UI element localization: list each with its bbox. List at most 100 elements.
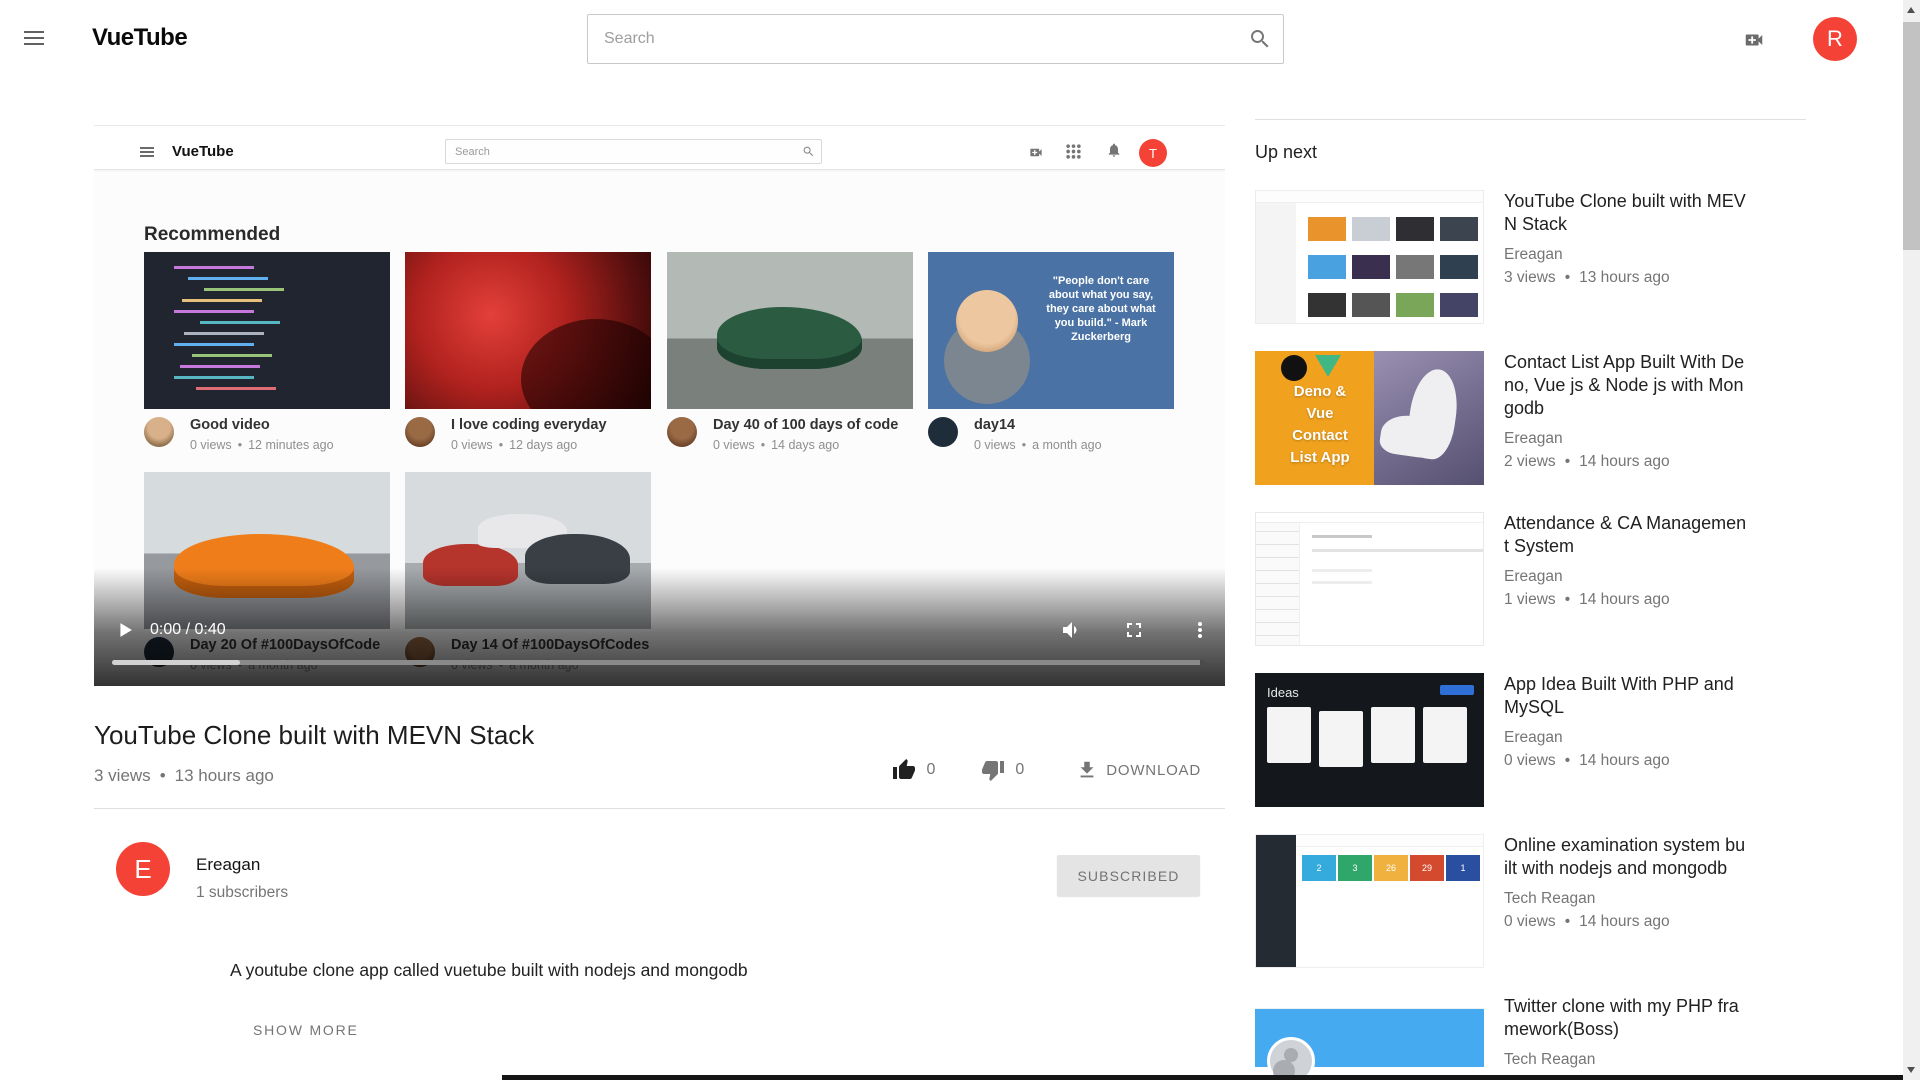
up-next-channel: Ereagan <box>1504 729 1734 747</box>
mini-video-meta: 0 views•14 days ago <box>713 438 898 452</box>
vue-logo <box>1315 355 1341 377</box>
up-next-title: Online examination system bu ilt with no… <box>1504 834 1745 880</box>
mini-search-input <box>445 139 822 164</box>
dislike-count: 0 <box>1015 761 1024 779</box>
channel-subscribers: 1 subscribers <box>196 884 288 902</box>
video-meta: 3 views•13 hours ago <box>94 766 274 786</box>
mini-video-meta: 0 views•a month ago <box>974 438 1102 452</box>
mini-video-card: "People don't care about what you say, t… <box>928 252 1174 452</box>
video-mini-header: VueTube <box>94 126 1225 170</box>
up-next-meta: 1 views•14 hours ago <box>1504 591 1746 609</box>
up-next-item[interactable]: Ideas App Idea Built With PHP and MySQL … <box>1255 673 1806 807</box>
deno-logo <box>1281 355 1307 381</box>
up-next-thumbnail[interactable] <box>1255 512 1484 646</box>
zuckerberg-photo <box>956 290 1018 352</box>
channel-name[interactable]: Ereagan <box>196 855 260 875</box>
up-next-title: Twitter clone with my PHP fra mework(Bos… <box>1504 995 1739 1041</box>
up-next-meta: 0 views•14 hours ago <box>1504 752 1734 770</box>
dislike-button[interactable]: 0 <box>981 758 1024 782</box>
like-button[interactable]: 0 <box>892 758 935 782</box>
mini-search-bar <box>445 139 822 164</box>
like-count: 0 <box>926 761 935 779</box>
mini-video-meta: 0 views•12 minutes ago <box>190 438 334 452</box>
progress-remaining <box>1200 660 1206 665</box>
mini-section-title: Recommended <box>144 224 280 246</box>
dashboard-tile: 29 <box>1410 855 1444 881</box>
mini-channel-avatar <box>144 417 174 447</box>
download-label: DOWNLOAD <box>1106 762 1201 779</box>
mini-channel-avatar <box>405 417 435 447</box>
up-next-channel: Tech Reagan <box>1504 1051 1739 1069</box>
up-next-item[interactable]: YouTube Clone built with MEV N Stack Ere… <box>1255 190 1806 324</box>
up-next-title: YouTube Clone built with MEV N Stack <box>1504 190 1746 236</box>
up-next-item[interactable]: 2 3 26 29 1 Online examination system bu… <box>1255 834 1806 968</box>
more-options-icon[interactable] <box>1188 618 1212 647</box>
search-input[interactable] <box>587 14 1284 64</box>
video-progress-bar[interactable] <box>112 660 1206 665</box>
mini-thumbnail-green-car <box>667 252 913 409</box>
up-next-item[interactable]: Attendance & CA Managemen t System Ereag… <box>1255 512 1806 646</box>
video-actions: 0 0 DOWNLOAD <box>892 758 1201 782</box>
up-next-thumbnail[interactable]: 2 3 26 29 1 <box>1255 834 1484 968</box>
bottom-edge-strip <box>502 1075 1903 1080</box>
dinosaur-illustration <box>1404 366 1462 462</box>
video-player[interactable]: VueTube <box>94 98 1225 686</box>
up-next-sidebar: Up next YouTube Clone built with MEV N S… <box>1255 98 1806 1080</box>
fullscreen-icon[interactable] <box>1122 618 1146 647</box>
mini-video-card: Day 40 of 100 days of code 0 views•14 da… <box>667 252 913 452</box>
video-title: YouTube Clone built with MEVN Stack <box>94 720 534 751</box>
thumbnail-text: Deno & Vue Contact List App <box>1265 381 1375 469</box>
mini-video-card: Good video 0 views•12 minutes ago <box>144 252 390 452</box>
mini-channel-avatar <box>928 417 958 447</box>
up-next-title: Attendance & CA Managemen t System <box>1504 512 1746 558</box>
dashboard-tile: 1 <box>1446 855 1480 881</box>
dashboard-tile: 2 <box>1302 855 1336 881</box>
mini-app-logo: VueTube <box>172 143 234 160</box>
download-icon <box>1076 759 1098 781</box>
progress-played <box>112 660 240 665</box>
mini-channel-avatar <box>667 417 697 447</box>
up-next-thumbnail[interactable] <box>1255 190 1484 324</box>
video-description: A youtube clone app called vuetube built… <box>230 960 748 981</box>
search-icon[interactable] <box>1248 27 1272 56</box>
volume-icon[interactable] <box>1060 618 1084 647</box>
channel-avatar[interactable]: E <box>116 842 170 896</box>
dashboard-tile: 3 <box>1338 855 1372 881</box>
mini-thumbnail-red-car <box>405 252 651 409</box>
up-next-item[interactable]: Twitter clone with my PHP fra mework(Bos… <box>1255 995 1806 1080</box>
up-next-title: App Idea Built With PHP and MySQL <box>1504 673 1734 719</box>
up-next-thumbnail[interactable]: Deno & Vue Contact List App <box>1255 351 1484 485</box>
scroll-down-arrow[interactable] <box>1907 1067 1915 1073</box>
mini-video-card: I love coding everyday 0 views•12 days a… <box>405 252 651 452</box>
upload-video-icon[interactable] <box>1740 29 1768 56</box>
up-next-channel: Ereagan <box>1504 568 1746 586</box>
up-next-item[interactable]: Deno & Vue Contact List App Contact List… <box>1255 351 1806 485</box>
download-button[interactable]: DOWNLOAD <box>1076 759 1201 781</box>
scroll-up-arrow[interactable] <box>1907 7 1915 13</box>
show-more-button[interactable]: SHOW MORE <box>253 1022 359 1038</box>
up-next-title: Contact List App Built With De no, Vue j… <box>1504 351 1744 420</box>
profile-placeholder <box>1267 1037 1315 1080</box>
main-column: VueTube <box>94 98 1225 1080</box>
subscribed-button[interactable]: SUBSCRIBED <box>1057 855 1200 896</box>
up-next-thumbnail[interactable]: Ideas <box>1255 673 1484 807</box>
quote-text: "People don't care about what you say, t… <box>1038 274 1164 344</box>
sidebar-divider <box>1255 119 1806 120</box>
time-display: 0:00 / 0:40 <box>150 621 226 639</box>
play-button[interactable] <box>114 619 136 646</box>
mini-upload-video-icon <box>1026 145 1046 165</box>
scrollbar-thumb[interactable] <box>1903 22 1920 250</box>
mini-video-title: Good video <box>190 417 334 434</box>
user-avatar[interactable]: R <box>1813 17 1857 61</box>
page-scrollbar[interactable] <box>1903 0 1920 1080</box>
up-next-meta: 3 views•13 hours ago <box>1504 269 1746 287</box>
up-next-thumbnail[interactable] <box>1255 995 1484 1080</box>
up-next-list: YouTube Clone built with MEV N Stack Ere… <box>1255 190 1806 1080</box>
up-next-channel: Ereagan <box>1504 430 1744 448</box>
up-next-meta: 0 views•14 hours ago <box>1504 913 1745 931</box>
mini-user-avatar: T <box>1139 139 1167 167</box>
app-logo[interactable]: VueTube <box>92 24 187 52</box>
mini-menu-icon <box>140 147 154 157</box>
mini-video-title: I love coding everyday <box>451 417 607 434</box>
menu-icon[interactable] <box>24 31 44 45</box>
